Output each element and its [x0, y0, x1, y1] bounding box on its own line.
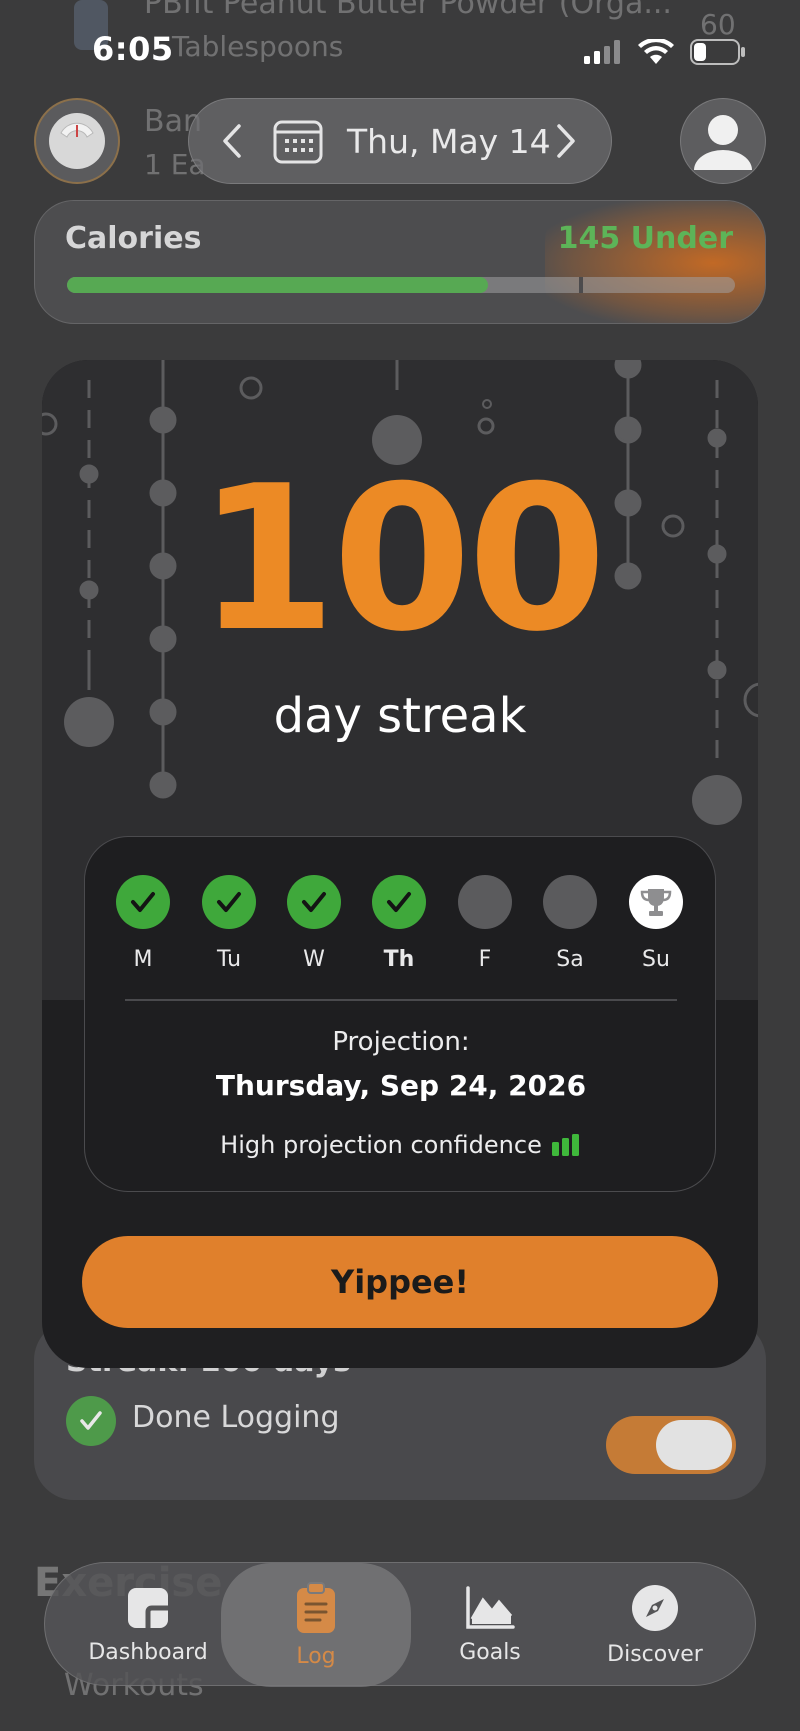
weigh-in-button[interactable]	[34, 98, 120, 184]
status-icons	[584, 38, 746, 66]
streak-modal: 100 day streak M Tu W Th F Sa Su Project…	[42, 360, 758, 1368]
day-saturday: Sa	[540, 875, 600, 972]
calories-progress-fill	[67, 277, 488, 293]
day-label: F	[478, 947, 492, 972]
calendar-icon[interactable]	[273, 118, 323, 164]
tab-label: Log	[296, 1643, 336, 1669]
tab-label: Discover	[607, 1641, 703, 1667]
chart-icon	[466, 1585, 515, 1629]
done-logging-label: Done Logging	[132, 1400, 340, 1435]
tab-label: Goals	[459, 1639, 521, 1665]
food-row-portion: Tablespoons	[172, 30, 344, 63]
done-logging-check-icon	[66, 1396, 116, 1446]
tab-discover[interactable]: Discover	[575, 1563, 735, 1687]
empty-day-dot	[543, 875, 597, 929]
status-time: 6:05	[92, 30, 174, 68]
tab-bar: Dashboard Log Goals Discover	[44, 1562, 756, 1687]
day-thursday: Th	[369, 875, 429, 972]
dashboard-icon	[128, 1587, 168, 1628]
scale-icon	[49, 113, 105, 169]
calories-title: Calories	[65, 221, 202, 256]
day-friday: F	[455, 875, 515, 972]
chevron-right-icon[interactable]	[555, 123, 577, 159]
yippee-button[interactable]: Yippee!	[82, 1236, 718, 1328]
day-label: Sa	[556, 947, 584, 972]
day-label: M	[133, 947, 153, 972]
date-navigator: Thu, May 14	[188, 98, 612, 184]
done-logging-toggle[interactable]	[606, 1416, 736, 1474]
food-row-calories: 60	[700, 8, 736, 41]
date-label[interactable]: Thu, May 14	[347, 122, 555, 161]
confidence-text: High projection confidence	[220, 1131, 542, 1159]
projection-label: Projection:	[332, 1027, 470, 1057]
day-label: Tu	[216, 947, 242, 972]
trophy-icon	[629, 875, 683, 929]
day-sunday: Su	[626, 875, 686, 972]
tab-dashboard[interactable]: Dashboard	[73, 1563, 223, 1687]
day-label: Th	[383, 947, 415, 972]
week-progress-card: M Tu W Th F Sa Su Projection: Thursday, …	[84, 836, 716, 1192]
check-icon	[287, 875, 341, 929]
confidence-row: High projection confidence	[85, 1131, 717, 1159]
streak-label: day streak	[273, 688, 527, 744]
confidence-bars-icon	[551, 1134, 579, 1156]
food-row-name[interactable]: PBfit Peanut Butter Powder (Orga...	[144, 0, 672, 21]
check-icon	[116, 875, 170, 929]
projection-date: Thursday, Sep 24, 2026	[215, 1069, 587, 1102]
divider	[125, 999, 677, 1001]
day-label: Su	[642, 947, 670, 972]
toggle-knob	[656, 1420, 732, 1470]
tab-log[interactable]: Log	[221, 1563, 411, 1687]
compass-icon	[632, 1584, 678, 1631]
battery-icon	[690, 39, 745, 65]
signal-icon	[584, 40, 620, 64]
check-icon	[202, 875, 256, 929]
calories-remaining: 145 Under	[557, 221, 733, 256]
streak-count: 100	[197, 443, 606, 676]
calories-goal-marker	[579, 277, 583, 293]
chevron-left-icon[interactable]	[221, 123, 243, 159]
calories-card[interactable]: Calories 145 Under	[34, 200, 766, 324]
profile-button[interactable]	[680, 98, 766, 184]
day-monday: M	[113, 875, 173, 972]
calories-progress-bar	[67, 277, 735, 293]
wifi-icon	[638, 39, 674, 64]
avatar-icon	[694, 115, 752, 170]
empty-day-dot	[458, 875, 512, 929]
calories-glow	[545, 201, 765, 323]
day-label: W	[303, 947, 325, 972]
tab-goals[interactable]: Goals	[415, 1563, 565, 1687]
day-tuesday: Tu	[199, 875, 259, 972]
check-icon	[372, 875, 426, 929]
day-wednesday: W	[284, 875, 344, 972]
tab-label: Dashboard	[88, 1639, 208, 1665]
clipboard-icon	[297, 1581, 335, 1633]
